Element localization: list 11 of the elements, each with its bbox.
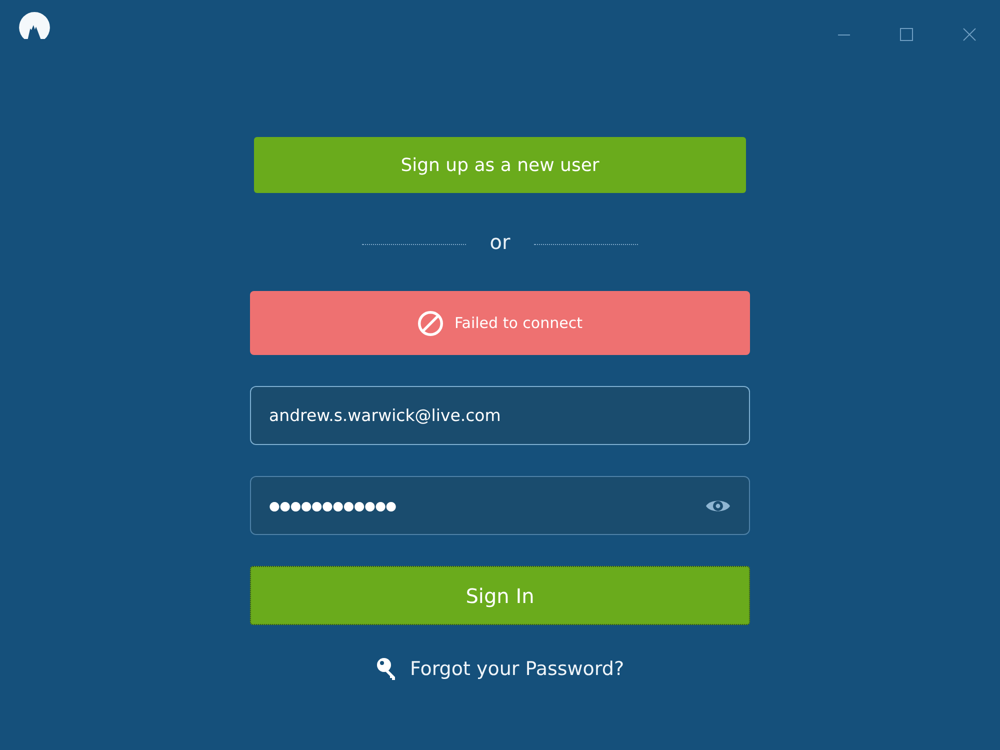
mountain-logo-icon <box>19 12 50 39</box>
password-field[interactable]: ●●●●●●●●●●●● <box>250 476 750 535</box>
prohibited-icon <box>418 310 443 336</box>
key-icon <box>376 657 398 681</box>
forgot-password-link[interactable]: Forgot your Password? <box>410 658 624 680</box>
or-divider-text: or <box>488 230 512 254</box>
maximize-icon[interactable] <box>900 28 913 41</box>
close-icon[interactable] <box>963 28 976 41</box>
error-message: Failed to connect <box>454 314 582 332</box>
email-field[interactable]: andrew.s.warwick@live.com <box>250 386 750 445</box>
minimize-icon[interactable] <box>838 34 850 36</box>
